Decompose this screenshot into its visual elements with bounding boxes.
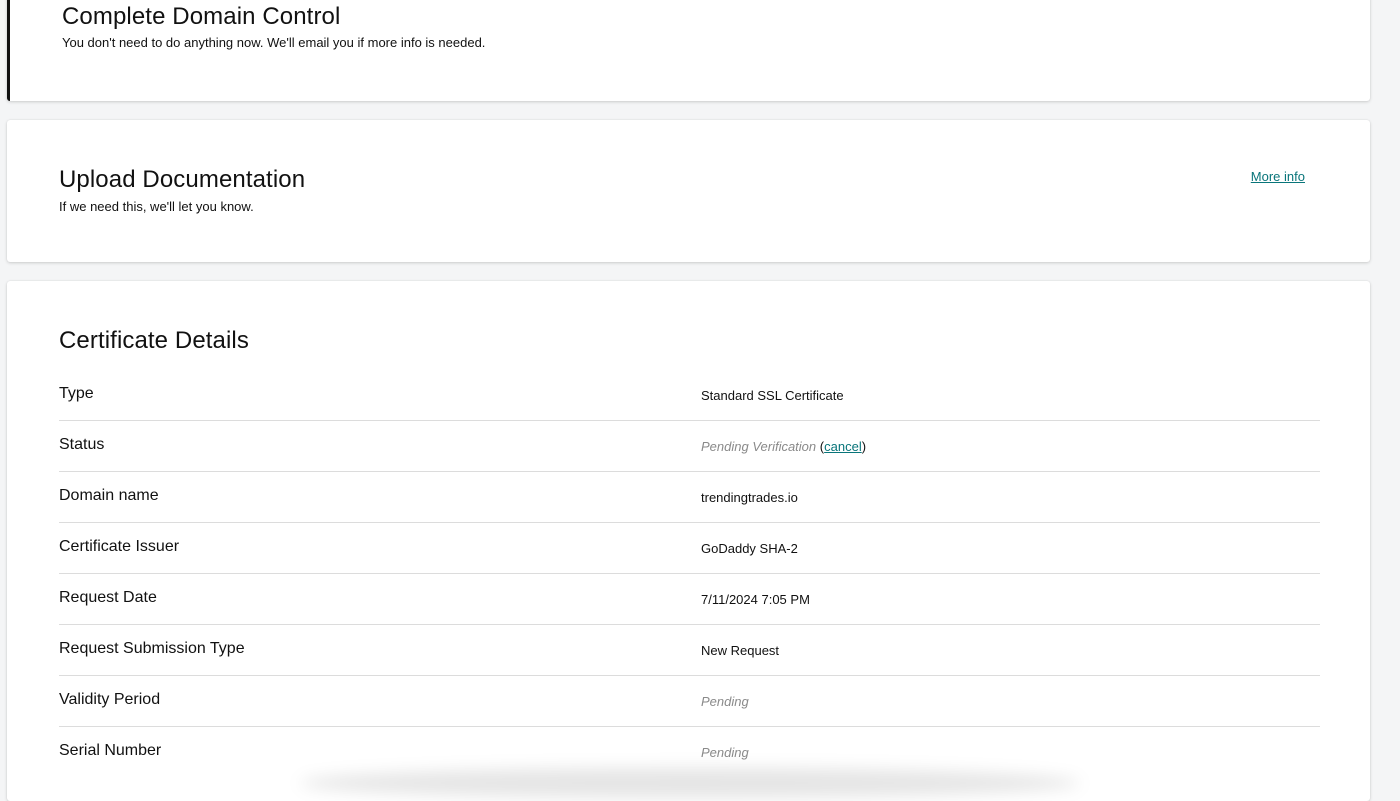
request-submission-type-value: New Request (701, 643, 780, 658)
upload-documentation-card: Upload Documentation If we need this, we… (7, 120, 1370, 262)
status-value: Pending Verification (cancel) (701, 439, 866, 454)
detail-row-serial-number: Serial Number Pending (59, 727, 1320, 778)
detail-row-request-submission-type: Request Submission Type New Request (59, 625, 1320, 676)
detail-row-validity-period: Validity Period Pending (59, 676, 1320, 727)
detail-row-domain-name: Domain name trendingtrades.io (59, 472, 1320, 523)
certificate-details-card: Certificate Details Type Standard SSL Ce… (7, 281, 1370, 801)
validity-period-value: Pending (701, 694, 749, 709)
detail-row-status: Status Pending Verification (cancel) (59, 421, 1320, 472)
status-text: Pending Verification (701, 439, 817, 454)
serial-number-label: Serial Number (59, 742, 162, 759)
domain-control-card: Complete Domain Control You don't need t… (7, 0, 1370, 101)
certificate-issuer-label: Certificate Issuer (59, 538, 180, 555)
request-submission-type-label: Request Submission Type (59, 640, 245, 657)
domain-control-title: Complete Domain Control (62, 3, 341, 30)
more-info-link[interactable]: More info (1251, 169, 1305, 184)
type-label: Type (59, 385, 94, 402)
domain-name-value: trendingtrades.io (701, 490, 798, 505)
serial-number-value: Pending (701, 745, 749, 760)
domain-name-label: Domain name (59, 487, 159, 504)
request-date-label: Request Date (59, 589, 157, 606)
status-close-paren: ) (861, 439, 867, 454)
cancel-link[interactable]: cancel (824, 439, 862, 454)
detail-row-certificate-issuer: Certificate Issuer GoDaddy SHA-2 (59, 523, 1320, 574)
upload-documentation-title: Upload Documentation (59, 166, 306, 193)
certificate-details-title: Certificate Details (59, 327, 249, 354)
type-value: Standard SSL Certificate (701, 388, 844, 403)
upload-documentation-subtitle: If we need this, we'll let you know. (59, 199, 254, 214)
detail-row-type: Type Standard SSL Certificate (59, 370, 1320, 421)
request-date-value: 7/11/2024 7:05 PM (701, 592, 810, 607)
certificate-issuer-value: GoDaddy SHA-2 (701, 541, 798, 556)
domain-control-subtitle: You don't need to do anything now. We'll… (62, 35, 486, 50)
status-label: Status (59, 436, 105, 453)
detail-row-request-date: Request Date 7/11/2024 7:05 PM (59, 574, 1320, 625)
certificate-details-table: Type Standard SSL Certificate Status Pen… (59, 370, 1320, 778)
validity-period-label: Validity Period (59, 691, 161, 708)
